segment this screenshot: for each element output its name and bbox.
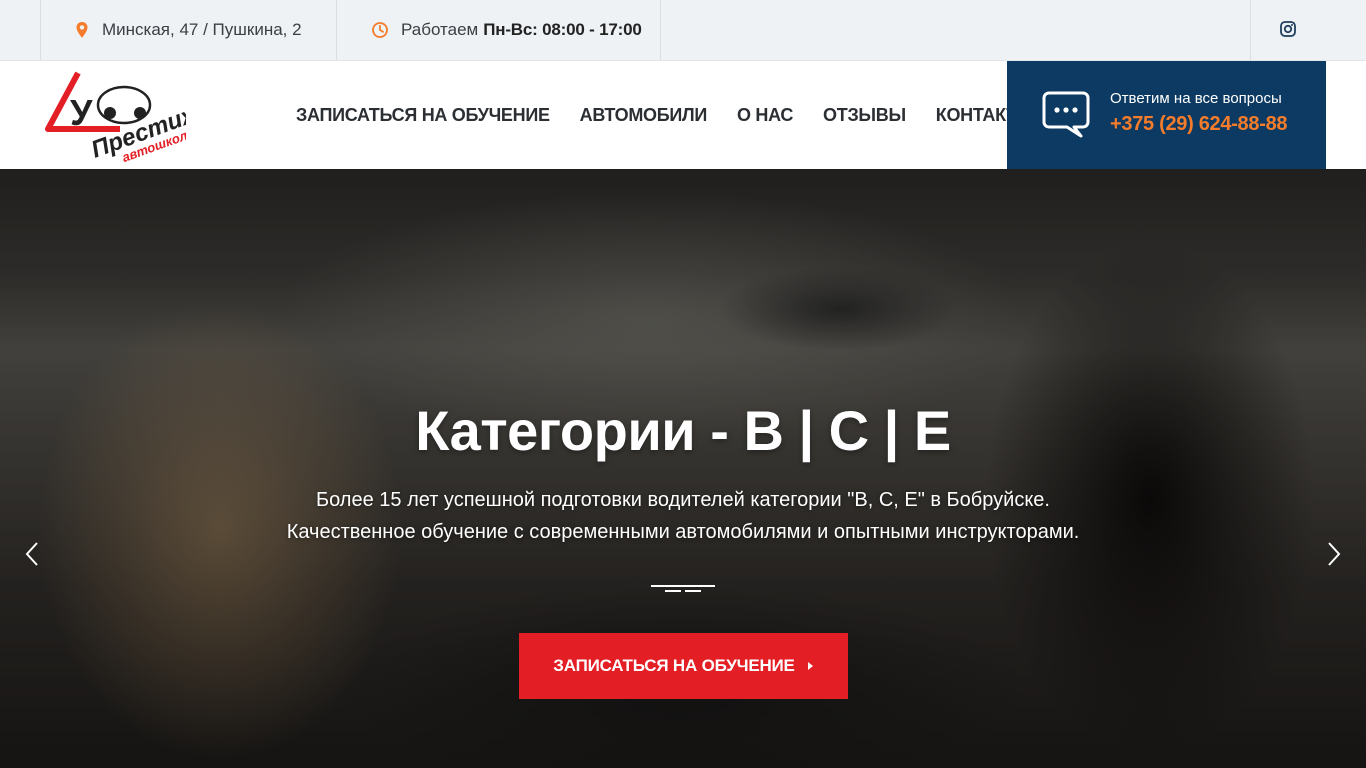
caret-right-icon bbox=[807, 661, 814, 671]
instagram-icon[interactable] bbox=[1279, 20, 1297, 38]
nav-item-cars[interactable]: АВТОМОБИЛИ bbox=[580, 105, 708, 126]
topbar-divider bbox=[336, 0, 337, 60]
hours-prefix: Работаем bbox=[401, 20, 479, 39]
chevron-right-icon[interactable] bbox=[1324, 539, 1344, 569]
contact-box[interactable]: Ответим на все вопросы +375 (29) 624-88-… bbox=[1007, 61, 1326, 169]
contact-phone[interactable]: +375 (29) 624-88-88 bbox=[1110, 109, 1288, 139]
topbar-hours: Работаем Пн-Вс: 08:00 - 17:00 bbox=[371, 0, 642, 60]
topbar-divider bbox=[1250, 0, 1251, 60]
hero-slider: Категории - B | C | E Более 15 лет успеш… bbox=[0, 169, 1366, 768]
enroll-button-label: ЗАПИСАТЬСЯ НА ОБУЧЕНИЕ bbox=[553, 656, 795, 675]
hero-title: Категории - B | C | E bbox=[415, 399, 951, 462]
logo-badge-letter: У bbox=[70, 92, 93, 133]
hero-subtitle-line: Более 15 лет успешной подготовки водител… bbox=[316, 489, 1050, 511]
contact-label: Ответим на все вопросы bbox=[1110, 90, 1282, 107]
topbar-divider bbox=[660, 0, 661, 60]
topbar-divider bbox=[40, 0, 41, 60]
address-text: Минская, 47 / Пушкина, 2 bbox=[102, 20, 302, 39]
hero-subtitle-line: Качественное обучение с современными авт… bbox=[286, 521, 1080, 543]
logo-wheel bbox=[104, 107, 116, 119]
chevron-left-icon[interactable] bbox=[22, 539, 42, 569]
site-header: У Престиж автошкола ЗАПИСАТЬСЯ НА ОБУЧЕН… bbox=[0, 61, 1366, 169]
topbar-address: Минская, 47 / Пушкина, 2 bbox=[74, 0, 302, 60]
main-nav: ЗАПИСАТЬСЯ НА ОБУЧЕНИЕ АВТОМОБИЛИ О НАС … bbox=[296, 61, 1035, 169]
enroll-button[interactable]: ЗАПИСАТЬСЯ НА ОБУЧЕНИЕ bbox=[519, 633, 848, 699]
clock-icon bbox=[371, 21, 389, 39]
contact-text: Ответим на все вопросы +375 (29) 624-88-… bbox=[1110, 89, 1288, 139]
hero-subtitle: Более 15 лет успешной подготовки водител… bbox=[0, 484, 1366, 548]
nav-item-about[interactable]: О НАС bbox=[737, 105, 793, 126]
top-info-bar: Минская, 47 / Пушкина, 2 Работаем Пн-Вс:… bbox=[0, 0, 1366, 61]
nav-item-reviews[interactable]: ОТЗЫВЫ bbox=[823, 105, 906, 126]
nav-item-enroll[interactable]: ЗАПИСАТЬСЯ НА ОБУЧЕНИЕ bbox=[296, 105, 550, 126]
logo[interactable]: У Престиж автошкола bbox=[44, 67, 204, 165]
map-pin-icon bbox=[74, 21, 90, 39]
hours-value: Пн-Вс: 08:00 - 17:00 bbox=[483, 20, 642, 39]
chat-bubble-icon bbox=[1041, 90, 1091, 140]
decorative-divider bbox=[651, 580, 715, 592]
